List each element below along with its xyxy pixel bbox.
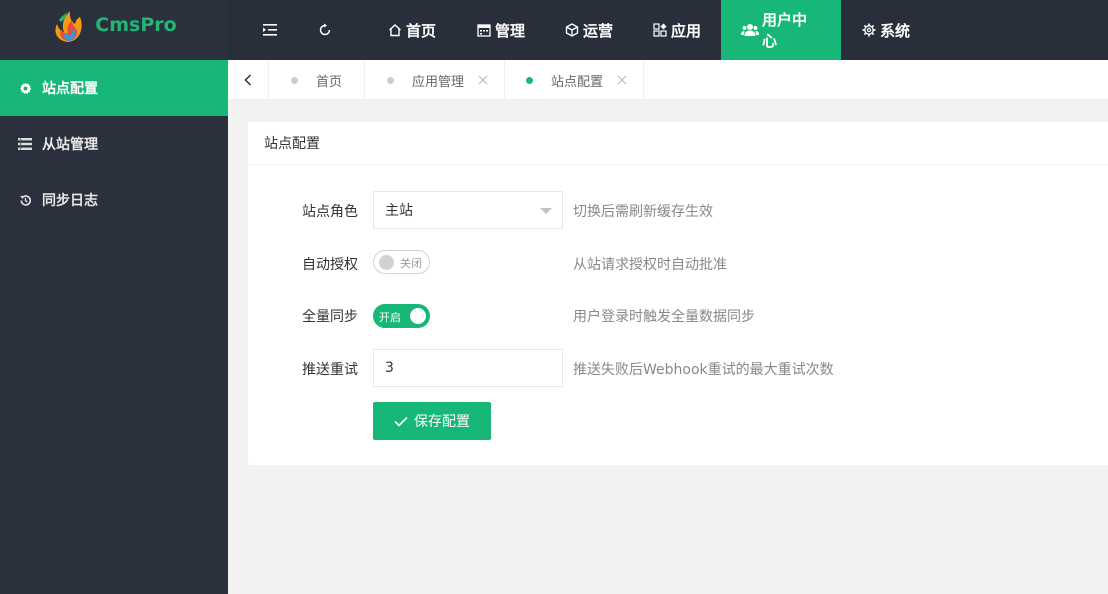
auto-auth-switch[interactable]: 关闭 bbox=[373, 250, 430, 274]
top-bar: CmsPro 首页 管理 运营 应用 用户中心 系统 bbox=[0, 0, 1108, 60]
calendar-icon bbox=[476, 22, 492, 38]
refresh-icon bbox=[319, 23, 331, 36]
full-sync-switch[interactable]: 开启 bbox=[373, 304, 430, 328]
caret-down-icon bbox=[540, 208, 552, 214]
check-icon bbox=[394, 416, 408, 427]
cube-icon bbox=[564, 22, 580, 38]
logo-icon bbox=[55, 11, 82, 42]
refresh-button[interactable] bbox=[299, 0, 351, 60]
tabs-bar: 首页 应用管理 站点配置 bbox=[228, 60, 1108, 100]
nav-operations[interactable]: 运营 bbox=[544, 0, 633, 60]
tab-site-config[interactable]: 站点配置 bbox=[504, 60, 645, 100]
tab-dot bbox=[291, 76, 298, 84]
nav-user-center[interactable]: 用户中心 bbox=[721, 0, 841, 60]
tabs-scroll-left-button[interactable] bbox=[228, 60, 269, 100]
history-icon bbox=[18, 193, 32, 207]
sidebar: 站点配置 从站管理 同步日志 bbox=[0, 60, 228, 594]
site-config-card: 站点配置 站点角色 主站 切换后需刷新缓存生效 自动授权 关闭 从站请求授权时自… bbox=[248, 122, 1108, 465]
switch-knob bbox=[410, 308, 426, 324]
auto-auth-tip: 从站请求授权时自动批准 bbox=[573, 257, 727, 273]
tab-label: 应用管理 bbox=[412, 74, 465, 90]
nav-manage[interactable]: 管理 bbox=[456, 0, 545, 60]
nav-home[interactable]: 首页 bbox=[367, 0, 456, 60]
apps-icon bbox=[652, 22, 668, 38]
save-button-label: 保存配置 bbox=[414, 414, 470, 430]
nav-label: 运营 bbox=[583, 21, 614, 40]
close-icon[interactable] bbox=[478, 75, 488, 85]
auto-auth-label: 自动授权 bbox=[302, 257, 358, 273]
gear-icon bbox=[18, 81, 32, 95]
sidebar-item-label: 从站管理 bbox=[42, 137, 98, 153]
switch-state: 关闭 bbox=[400, 257, 422, 270]
tab-label: 首页 bbox=[316, 74, 343, 90]
sidebar-item-slave-manage[interactable]: 从站管理 bbox=[0, 116, 228, 172]
retry-input[interactable] bbox=[373, 349, 563, 387]
close-icon[interactable] bbox=[617, 75, 627, 85]
site-role-select[interactable]: 主站 bbox=[373, 191, 563, 229]
nav-label: 管理 bbox=[495, 21, 526, 40]
home-icon bbox=[387, 22, 403, 38]
collapse-sidebar-button[interactable] bbox=[244, 0, 296, 60]
full-sync-label: 全量同步 bbox=[302, 309, 358, 325]
logo[interactable]: CmsPro bbox=[0, 0, 228, 60]
sidebar-item-label: 同步日志 bbox=[42, 193, 98, 209]
tab-dot bbox=[526, 76, 533, 84]
users-icon bbox=[741, 22, 759, 38]
list-icon bbox=[18, 137, 32, 151]
full-sync-tip: 用户登录时触发全量数据同步 bbox=[573, 309, 755, 325]
site-role-label: 站点角色 bbox=[302, 204, 358, 220]
switch-knob bbox=[379, 255, 394, 270]
sidebar-item-label: 站点配置 bbox=[42, 81, 98, 97]
card-title: 站点配置 bbox=[248, 122, 1108, 165]
nav-label: 系统 bbox=[880, 21, 911, 40]
brand-name: CmsPro bbox=[95, 14, 177, 36]
retry-tip: 推送失败后Webhook重试的最大重试次数 bbox=[573, 362, 834, 378]
chevron-left-icon bbox=[244, 74, 252, 86]
tab-home[interactable]: 首页 bbox=[269, 60, 366, 100]
tab-dot bbox=[387, 76, 394, 84]
indent-icon bbox=[263, 24, 277, 36]
site-role-value: 主站 bbox=[385, 203, 413, 219]
gear-icon bbox=[861, 22, 877, 38]
tab-app-manage[interactable]: 应用管理 bbox=[365, 60, 506, 100]
sidebar-item-site-config[interactable]: 站点配置 bbox=[0, 60, 228, 116]
nav-apps[interactable]: 应用 bbox=[632, 0, 721, 60]
nav-label: 应用 bbox=[671, 21, 702, 40]
site-role-tip: 切换后需刷新缓存生效 bbox=[573, 204, 713, 220]
nav-label: 首页 bbox=[406, 21, 437, 40]
sidebar-item-sync-log[interactable]: 同步日志 bbox=[0, 172, 228, 228]
retry-label: 推送重试 bbox=[302, 362, 358, 378]
nav-system[interactable]: 系统 bbox=[841, 0, 930, 60]
save-config-button[interactable]: 保存配置 bbox=[373, 402, 491, 440]
nav-label: 用户中心 bbox=[762, 11, 808, 50]
tab-label: 站点配置 bbox=[551, 74, 604, 90]
switch-state: 开启 bbox=[379, 311, 401, 324]
